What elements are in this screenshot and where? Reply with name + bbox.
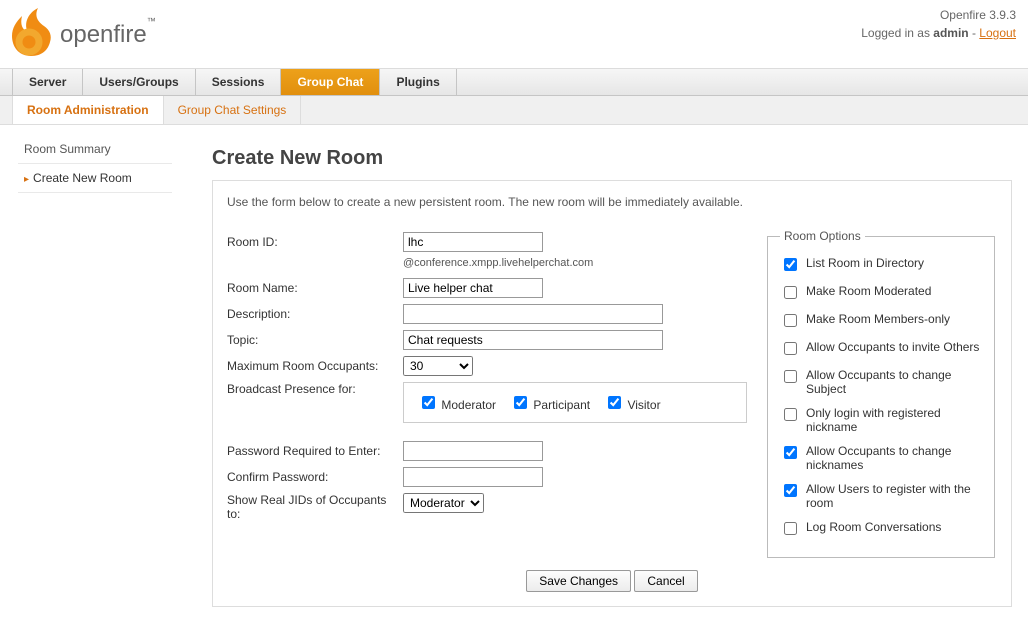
cancel-button[interactable]: Cancel: [634, 570, 697, 592]
logout-link[interactable]: Logout: [979, 26, 1016, 40]
intro-text: Use the form below to create a new persi…: [227, 195, 997, 209]
room-option[interactable]: List Room in Directory: [780, 251, 982, 279]
room-option[interactable]: Only login with registered nickname: [780, 401, 982, 439]
save-button[interactable]: Save Changes: [526, 570, 631, 592]
room-option-label: Log Room Conversations: [806, 520, 941, 534]
tab-users-groups[interactable]: Users/Groups: [83, 69, 195, 95]
room-option[interactable]: Allow Occupants to invite Others: [780, 335, 982, 363]
room-option-checkbox[interactable]: [784, 258, 797, 271]
label-room-name: Room Name:: [227, 281, 403, 295]
logo: openfire™: [8, 6, 156, 60]
label-confirm-password: Confirm Password:: [227, 470, 403, 484]
room-option-label: Allow Occupants to change nicknames: [806, 444, 982, 472]
max-occupants-select[interactable]: 30: [403, 356, 473, 376]
room-option[interactable]: Allow Users to register with the room: [780, 477, 982, 515]
broadcast-group: Moderator Participant Visitor: [403, 382, 747, 423]
room-option-checkbox[interactable]: [784, 370, 797, 383]
tab-sessions[interactable]: Sessions: [196, 69, 282, 95]
room-option-label: Make Room Members-only: [806, 312, 950, 326]
room-option-label: Only login with registered nickname: [806, 406, 982, 434]
label-description: Description:: [227, 307, 403, 321]
broadcast-participant-checkbox[interactable]: [514, 396, 527, 409]
label-broadcast: Broadcast Presence for:: [227, 382, 403, 396]
label-password: Password Required to Enter:: [227, 444, 403, 458]
sidebar-item-room-summary[interactable]: Room Summary: [18, 135, 172, 164]
form-panel: Use the form below to create a new persi…: [212, 180, 1012, 607]
room-options-legend: Room Options: [780, 229, 865, 243]
main-tabs: Server Users/Groups Sessions Group Chat …: [0, 68, 1028, 96]
flame-icon: [8, 6, 54, 60]
room-option[interactable]: Allow Occupants to change nicknames: [780, 439, 982, 477]
current-user: admin: [933, 26, 968, 40]
topic-input[interactable]: [403, 330, 663, 350]
tab-plugins[interactable]: Plugins: [380, 69, 456, 95]
room-option-checkbox[interactable]: [784, 484, 797, 497]
label-max-occupants: Maximum Room Occupants:: [227, 359, 403, 373]
sidebar: Room Summary Create New Room: [0, 125, 172, 631]
show-jids-select[interactable]: Moderator: [403, 493, 484, 513]
version-text: Openfire 3.9.3: [861, 6, 1016, 24]
room-option[interactable]: Log Room Conversations: [780, 515, 982, 543]
page-title: Create New Room: [212, 147, 1012, 170]
broadcast-visitor-checkbox[interactable]: [608, 396, 621, 409]
subtab-room-admin[interactable]: Room Administration: [12, 96, 164, 124]
room-option-label: Allow Users to register with the room: [806, 482, 982, 510]
room-option-label: Allow Occupants to invite Others: [806, 340, 979, 354]
description-input[interactable]: [403, 304, 663, 324]
subtab-group-chat-settings[interactable]: Group Chat Settings: [164, 96, 302, 124]
broadcast-participant[interactable]: Participant: [510, 393, 590, 412]
room-option[interactable]: Allow Occupants to change Subject: [780, 363, 982, 401]
room-option[interactable]: Make Room Moderated: [780, 279, 982, 307]
sub-tabs: Room Administration Group Chat Settings: [0, 96, 1028, 125]
room-option-checkbox[interactable]: [784, 314, 797, 327]
room-option-label: Make Room Moderated: [806, 284, 931, 298]
confirm-password-input[interactable]: [403, 467, 543, 487]
room-options-fieldset: Room Options List Room in Directory Make …: [767, 229, 995, 558]
password-input[interactable]: [403, 441, 543, 461]
label-room-id: Room ID:: [227, 235, 403, 249]
room-option-label: List Room in Directory: [806, 256, 924, 270]
broadcast-visitor[interactable]: Visitor: [604, 393, 660, 412]
label-topic: Topic:: [227, 333, 403, 347]
tab-group-chat[interactable]: Group Chat: [281, 69, 380, 95]
room-option-checkbox[interactable]: [784, 286, 797, 299]
room-name-input[interactable]: [403, 278, 543, 298]
sidebar-item-create-room[interactable]: Create New Room: [18, 164, 172, 193]
room-option-checkbox[interactable]: [784, 342, 797, 355]
broadcast-moderator[interactable]: Moderator: [418, 393, 496, 412]
room-option[interactable]: Make Room Members-only: [780, 307, 982, 335]
label-show-jids: Show Real JIDs of Occupants to:: [227, 493, 403, 521]
room-id-suffix: @conference.xmpp.livehelperchat.com: [403, 257, 747, 269]
room-option-checkbox[interactable]: [784, 446, 797, 459]
tab-server[interactable]: Server: [12, 69, 83, 95]
logged-in-label: Logged in as: [861, 26, 933, 40]
logo-text: openfire™: [54, 21, 156, 49]
room-option-checkbox[interactable]: [784, 408, 797, 421]
room-id-input[interactable]: [403, 232, 543, 252]
broadcast-moderator-checkbox[interactable]: [422, 396, 435, 409]
room-option-label: Allow Occupants to change Subject: [806, 368, 982, 396]
room-option-checkbox[interactable]: [784, 522, 797, 535]
